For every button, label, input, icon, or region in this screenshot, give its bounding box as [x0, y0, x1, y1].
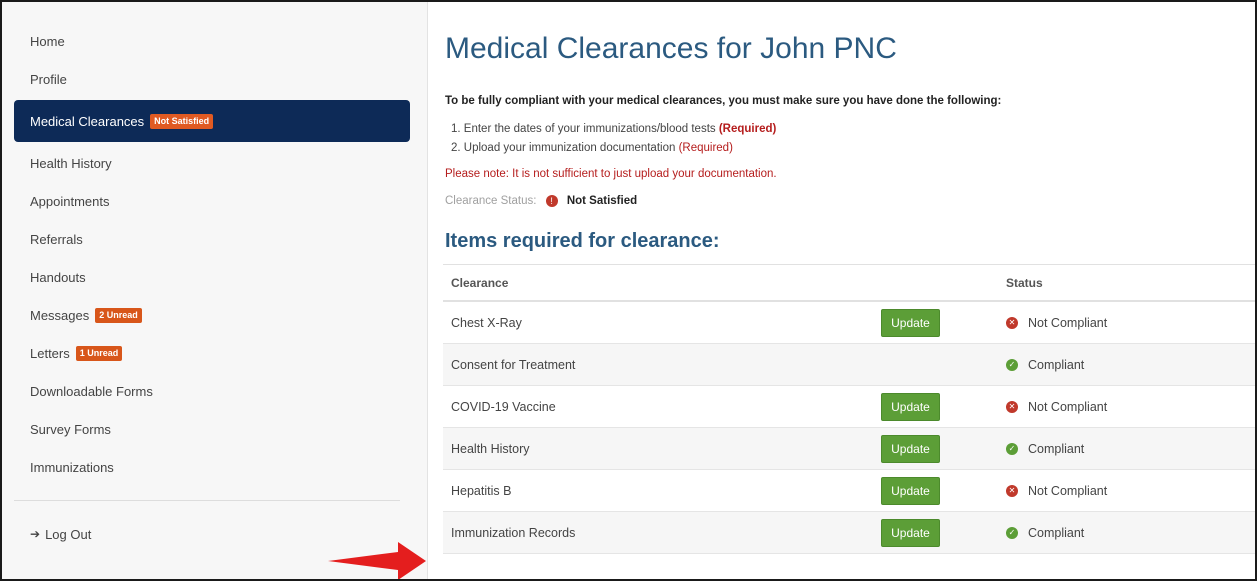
instructions-intro: To be fully compliant with your medical …: [445, 95, 1002, 107]
sidebar-item-downloadable-forms[interactable]: Downloadable Forms: [14, 372, 410, 410]
sidebar-item-label: Messages: [30, 307, 90, 323]
sidebar-nav: Home Profile Medical Clearances Not Sati…: [14, 22, 410, 553]
sidebar-item-letters[interactable]: Letters 1 Unread: [14, 334, 410, 372]
check-icon: ✓: [1006, 526, 1018, 539]
column-header-clearance: Clearance: [451, 275, 509, 290]
status-text: Not Compliant: [1028, 483, 1108, 498]
status-text: Not Compliant: [1028, 315, 1108, 330]
sidebar-item-appointments[interactable]: Appointments: [14, 182, 410, 220]
clearance-status-label: Clearance Status:: [445, 195, 537, 207]
error-icon: ✕: [1006, 400, 1018, 413]
update-button[interactable]: Update: [881, 476, 940, 505]
unread-badge: 1 Unread: [75, 345, 123, 361]
sidebar-item-label: Medical Clearances: [30, 113, 145, 129]
sidebar-item-label: Log Out: [45, 526, 92, 542]
clearances-table: Clearance Status Chest X-Ray Update ✕ Not…: [443, 264, 1255, 554]
sidebar-item-survey-forms[interactable]: Survey Forms: [14, 410, 410, 448]
step-1: 1. Enter the dates of your immunizations…: [451, 123, 777, 135]
clearance-name: Hepatitis B: [451, 483, 512, 498]
step-2: 2. Upload your immunization documentatio…: [451, 142, 733, 154]
error-icon: ✕: [1006, 316, 1018, 329]
status-text: Compliant: [1028, 357, 1085, 372]
sidebar-divider: [14, 500, 400, 501]
main-content: Medical Clearances for John PNC To be fu…: [429, 2, 1255, 579]
table-row: Hepatitis B Update ✕ Not Compliant: [443, 470, 1255, 512]
app-window: Home Profile Medical Clearances Not Sati…: [0, 0, 1257, 581]
error-icon: ✕: [1006, 484, 1018, 497]
warning-note: Please note: It is not sufficient to jus…: [445, 168, 777, 180]
clearance-status-value: Not Satisfied: [566, 195, 638, 207]
sidebar-item-label: Health History: [30, 155, 112, 171]
sidebar-item-label: Letters: [30, 345, 70, 361]
sidebar-item-label: Handouts: [30, 269, 86, 285]
unread-badge: 2 Unread: [95, 307, 142, 323]
sidebar-item-home[interactable]: Home: [14, 22, 410, 60]
clearance-name: Immunization Records: [451, 525, 576, 540]
status-text: Compliant: [1028, 525, 1085, 540]
table-row: Chest X-Ray Update ✕ Not Compliant: [443, 302, 1255, 344]
sidebar: Home Profile Medical Clearances Not Sati…: [2, 2, 428, 579]
check-icon: ✓: [1006, 358, 1018, 371]
logout-icon: ➔: [30, 527, 41, 541]
sidebar-item-label: Survey Forms: [30, 421, 111, 437]
clearance-name: Health History: [451, 441, 530, 456]
update-button[interactable]: Update: [881, 434, 940, 463]
sidebar-item-medical-clearances[interactable]: Medical Clearances Not Satisfied: [14, 100, 410, 142]
sidebar-item-label: Profile: [30, 71, 67, 87]
sidebar-item-handouts[interactable]: Handouts: [14, 258, 410, 296]
sidebar-item-health-history[interactable]: Health History: [14, 144, 410, 182]
instructions-steps: 1. Enter the dates of your immunizations…: [451, 120, 776, 158]
sidebar-item-label: Referrals: [30, 231, 83, 247]
table-row: COVID-19 Vaccine Update ✕ Not Compliant: [443, 386, 1255, 428]
sidebar-item-immunizations[interactable]: Immunizations: [14, 448, 410, 486]
update-button[interactable]: Update: [881, 518, 940, 547]
table-row: Immunization Records Update ✓ Compliant: [443, 512, 1255, 554]
annotation-arrow-icon: [328, 542, 426, 579]
status-text: Not Compliant: [1028, 399, 1108, 414]
clearance-name: COVID-19 Vaccine: [451, 399, 556, 414]
alert-icon: !: [545, 195, 558, 207]
clearance-name: Consent for Treatment: [451, 357, 576, 372]
sidebar-item-referrals[interactable]: Referrals: [14, 220, 410, 258]
update-button[interactable]: Update: [881, 308, 940, 337]
status-text: Compliant: [1028, 441, 1085, 456]
sidebar-item-profile[interactable]: Profile: [14, 60, 410, 98]
sidebar-item-label: Home: [30, 33, 65, 49]
check-icon: ✓: [1006, 442, 1018, 455]
section-title: Items required for clearance:: [445, 230, 720, 252]
status-badge: Not Satisfied: [150, 113, 214, 129]
table-row: Consent for Treatment ✓ Compliant: [443, 344, 1255, 386]
sidebar-item-label: Downloadable Forms: [30, 383, 153, 399]
clearance-status: Clearance Status: ! Not Satisfied: [445, 195, 637, 207]
sidebar-item-label: Immunizations: [30, 459, 114, 475]
table-row: Health History Update ✓ Compliant: [443, 428, 1255, 470]
page-title: Medical Clearances for John PNC: [445, 32, 897, 65]
update-button[interactable]: Update: [881, 392, 940, 421]
table-header: Clearance Status: [443, 264, 1255, 302]
sidebar-item-messages[interactable]: Messages 2 Unread: [14, 296, 410, 334]
sidebar-item-label: Appointments: [30, 193, 110, 209]
clearance-name: Chest X-Ray: [451, 315, 522, 330]
column-header-status: Status: [1006, 275, 1043, 290]
